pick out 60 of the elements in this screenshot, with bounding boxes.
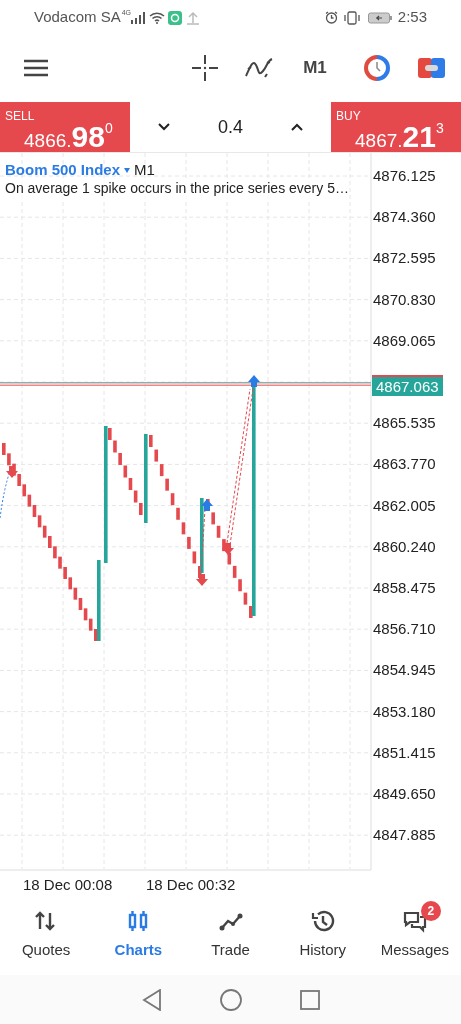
signal-icon xyxy=(131,11,146,24)
price-label: 4856.710 xyxy=(373,620,436,639)
nav-tab[interactable]: Quotes xyxy=(0,895,93,975)
alarm-icon xyxy=(324,11,338,24)
recents-button[interactable] xyxy=(299,989,320,1010)
price-label: 4849.650 xyxy=(373,785,436,803)
price-label: 4870.830 xyxy=(373,290,436,309)
price-label: 4872.595 xyxy=(373,249,436,268)
home-icon xyxy=(219,988,242,1011)
price-label: 4860.240 xyxy=(373,537,436,556)
timeframe-button[interactable]: M1 xyxy=(291,47,339,88)
price-label: 4862.005 xyxy=(373,496,436,515)
up-arrow-icon xyxy=(248,375,260,387)
battery-icon xyxy=(367,11,392,24)
wifi-icon xyxy=(149,11,166,24)
dropdown-icon xyxy=(124,167,131,173)
current-price-label: 4867.063 xyxy=(372,375,443,396)
time-label: 18 Dec 00:08 xyxy=(23,875,113,895)
chart-timeframe: M1 xyxy=(134,160,155,180)
price-label: 4851.415 xyxy=(373,743,436,762)
symbol-description: On average 1 spike occurs in the price series every 5… xyxy=(5,178,349,199)
notification-badge: 2 xyxy=(420,901,441,921)
price-label: 4858.475 xyxy=(373,579,436,597)
home-button[interactable] xyxy=(219,988,242,1011)
price-label: 4869.065 xyxy=(373,331,436,350)
chevron-down-icon xyxy=(158,123,171,131)
one-click-icon xyxy=(364,54,390,81)
clock-time: 2:53 xyxy=(397,7,427,28)
nav-tab[interactable]: Trade xyxy=(184,895,277,975)
up-arrow-icon xyxy=(201,499,213,511)
down-arrow-icon xyxy=(196,574,208,586)
history-icon xyxy=(310,908,335,933)
buy-button[interactable]: BUY 4867.21$^{3}$ xyxy=(331,102,461,152)
recents-icon xyxy=(299,989,320,1010)
chevron-up-icon xyxy=(290,123,303,131)
sell-button[interactable]: SELL 4866.98$^{0}$ xyxy=(0,102,130,152)
price-label: 4847.885 xyxy=(373,826,436,845)
price-label: 4863.770 xyxy=(373,455,436,474)
nav-tab[interactable]: Charts xyxy=(92,895,185,975)
nav-tab[interactable]: Messages 2 xyxy=(368,895,461,975)
back-button[interactable] xyxy=(141,988,162,1011)
down-arrow-icon xyxy=(222,543,234,555)
trade-icon xyxy=(417,57,445,78)
time-label: 18 Dec 00:32 xyxy=(146,875,236,895)
price-label: 4865.535 xyxy=(373,414,436,433)
crosshair-icon xyxy=(192,54,218,81)
down-arrow-icon xyxy=(6,466,18,478)
price-label: 4874.360 xyxy=(373,208,436,227)
nav-tab[interactable]: History xyxy=(276,895,369,975)
menu-icon xyxy=(24,58,48,77)
price-label: 4876.125 xyxy=(373,167,436,185)
price-label: 4854.945 xyxy=(373,661,436,680)
upload-icon xyxy=(187,10,200,25)
indicator-icon xyxy=(245,56,273,79)
volume-field[interactable]: 0.4 xyxy=(218,113,243,141)
price-label: 4853.180 xyxy=(373,702,436,721)
carrier-name: Vodacom SA xyxy=(34,7,121,28)
vibrate-icon xyxy=(343,10,360,25)
app-icon xyxy=(168,10,183,25)
back-icon xyxy=(141,988,162,1011)
